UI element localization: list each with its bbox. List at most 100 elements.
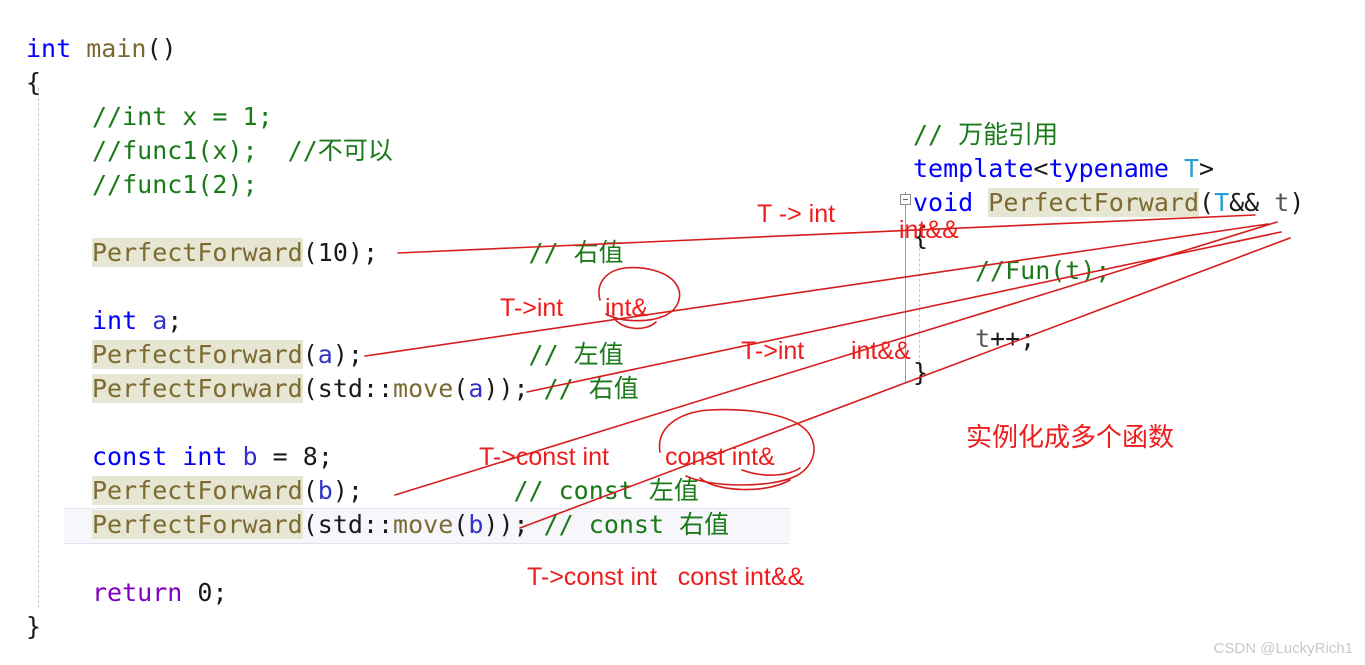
- code-token: (: [302, 340, 318, 369]
- code-token: b: [317, 476, 333, 505]
- code-token: //func1(x); //不可以: [92, 136, 393, 165]
- code-token: ): [1289, 188, 1305, 217]
- code-token: std: [317, 510, 363, 539]
- indent-guide-left: [38, 88, 39, 608]
- code-token: PerfectForward: [92, 476, 303, 505]
- code-token: 0: [197, 578, 213, 607]
- code-token: int: [26, 34, 72, 63]
- code-token: PerfectForward: [92, 510, 303, 539]
- code-token: b: [242, 442, 258, 471]
- code-token: // 万能引用: [913, 120, 1059, 149]
- main-code-line-2: //int x = 1;: [92, 100, 273, 134]
- annot-t-const-int-bottom: T->const int const int&&: [527, 563, 805, 591]
- main-code-line-14: PerfectForward(std::move(b)); // const 右…: [92, 508, 729, 542]
- code-token: (: [302, 238, 318, 267]
- main-code-line-1: {: [26, 66, 41, 100]
- code-token: ));: [483, 374, 529, 403]
- code-token: =: [257, 442, 303, 471]
- code-token: ;: [212, 578, 228, 607]
- code-token: }: [913, 358, 929, 387]
- code-token: 10: [317, 238, 348, 267]
- code-token: (: [302, 476, 318, 505]
- main-code-line-12: const int b = 8;: [92, 440, 333, 474]
- code-token: t: [975, 324, 991, 353]
- code-token: <: [1033, 154, 1049, 183]
- annot-int-rref-move: int&&: [851, 337, 911, 365]
- code-token: t: [1274, 188, 1290, 217]
- code-token: std: [317, 374, 363, 403]
- code-token: (: [302, 374, 318, 403]
- annot-t-const-int: T->const int: [479, 443, 609, 471]
- code-token: (: [302, 510, 318, 539]
- main-code-line-9: PerfectForward(a); // 左值: [92, 338, 624, 372]
- template-code-line-4: //Fun(t);: [975, 254, 1110, 288]
- collapse-toggle-icon[interactable]: [900, 194, 911, 205]
- template-code-line-7: }: [913, 356, 928, 390]
- annot-t-int-move: T->int: [741, 337, 805, 365]
- code-token: );: [347, 238, 378, 267]
- code-token: int: [182, 442, 228, 471]
- main-code-line-16: return 0;: [92, 576, 228, 610]
- code-token: (: [1199, 188, 1215, 217]
- code-token: PerfectForward: [92, 340, 303, 369]
- main-code-line-0: int main(): [26, 32, 177, 66]
- code-token: main: [86, 34, 147, 63]
- code-token: a: [468, 374, 484, 403]
- code-token: T: [1214, 188, 1230, 217]
- code-token: int: [92, 306, 138, 335]
- code-token: ::: [362, 510, 394, 539]
- code-token: // const 右值: [543, 510, 730, 539]
- code-token: ;: [167, 306, 183, 335]
- code-token: b: [468, 510, 484, 539]
- code-token: const: [92, 442, 168, 471]
- code-token: 8: [302, 442, 318, 471]
- code-token: ++;: [990, 324, 1036, 353]
- code-token: // 右值: [543, 374, 639, 403]
- code-token: ::: [362, 374, 394, 403]
- code-token: }: [26, 612, 42, 641]
- template-code-line-2: void PerfectForward(T&& t): [913, 186, 1304, 220]
- template-code-line-0: // 万能引用: [913, 118, 1058, 152]
- code-token: move: [393, 374, 454, 403]
- code-token: {: [26, 68, 42, 97]
- code-token: ));: [483, 510, 529, 539]
- main-code-line-3: //func1(x); //不可以: [92, 134, 393, 168]
- main-code-line-10: PerfectForward(std::move(a)); // 右值: [92, 372, 639, 406]
- code-token: return: [92, 578, 183, 607]
- annot-int-lref: int&: [605, 294, 649, 322]
- code-token: ;: [317, 442, 333, 471]
- code-token: // 左值: [528, 340, 624, 369]
- watermark: CSDN @LuckyRich1: [1213, 640, 1353, 657]
- annotation-instantiation-note: 实例化成多个函数: [966, 422, 1175, 452]
- code-token: (: [453, 374, 469, 403]
- main-code-line-4: //func1(2);: [92, 168, 258, 202]
- code-token: >: [1199, 154, 1215, 183]
- code-token: typename: [1048, 154, 1169, 183]
- code-token: T: [1183, 154, 1200, 183]
- code-token: template: [913, 154, 1034, 183]
- code-token: );: [332, 340, 363, 369]
- main-code-line-13: PerfectForward(b); // const 左值: [92, 474, 699, 508]
- code-token: // 右值: [528, 238, 624, 267]
- code-token: (: [453, 510, 469, 539]
- code-token: move: [393, 510, 454, 539]
- code-token: );: [332, 476, 363, 505]
- code-token: (): [146, 34, 177, 63]
- code-token: //func1(2);: [92, 170, 258, 199]
- code-token: a: [317, 340, 333, 369]
- annot-t-int-lvalue: T->int: [500, 294, 564, 322]
- code-token: &&: [1229, 188, 1275, 217]
- code-token: void: [913, 188, 974, 217]
